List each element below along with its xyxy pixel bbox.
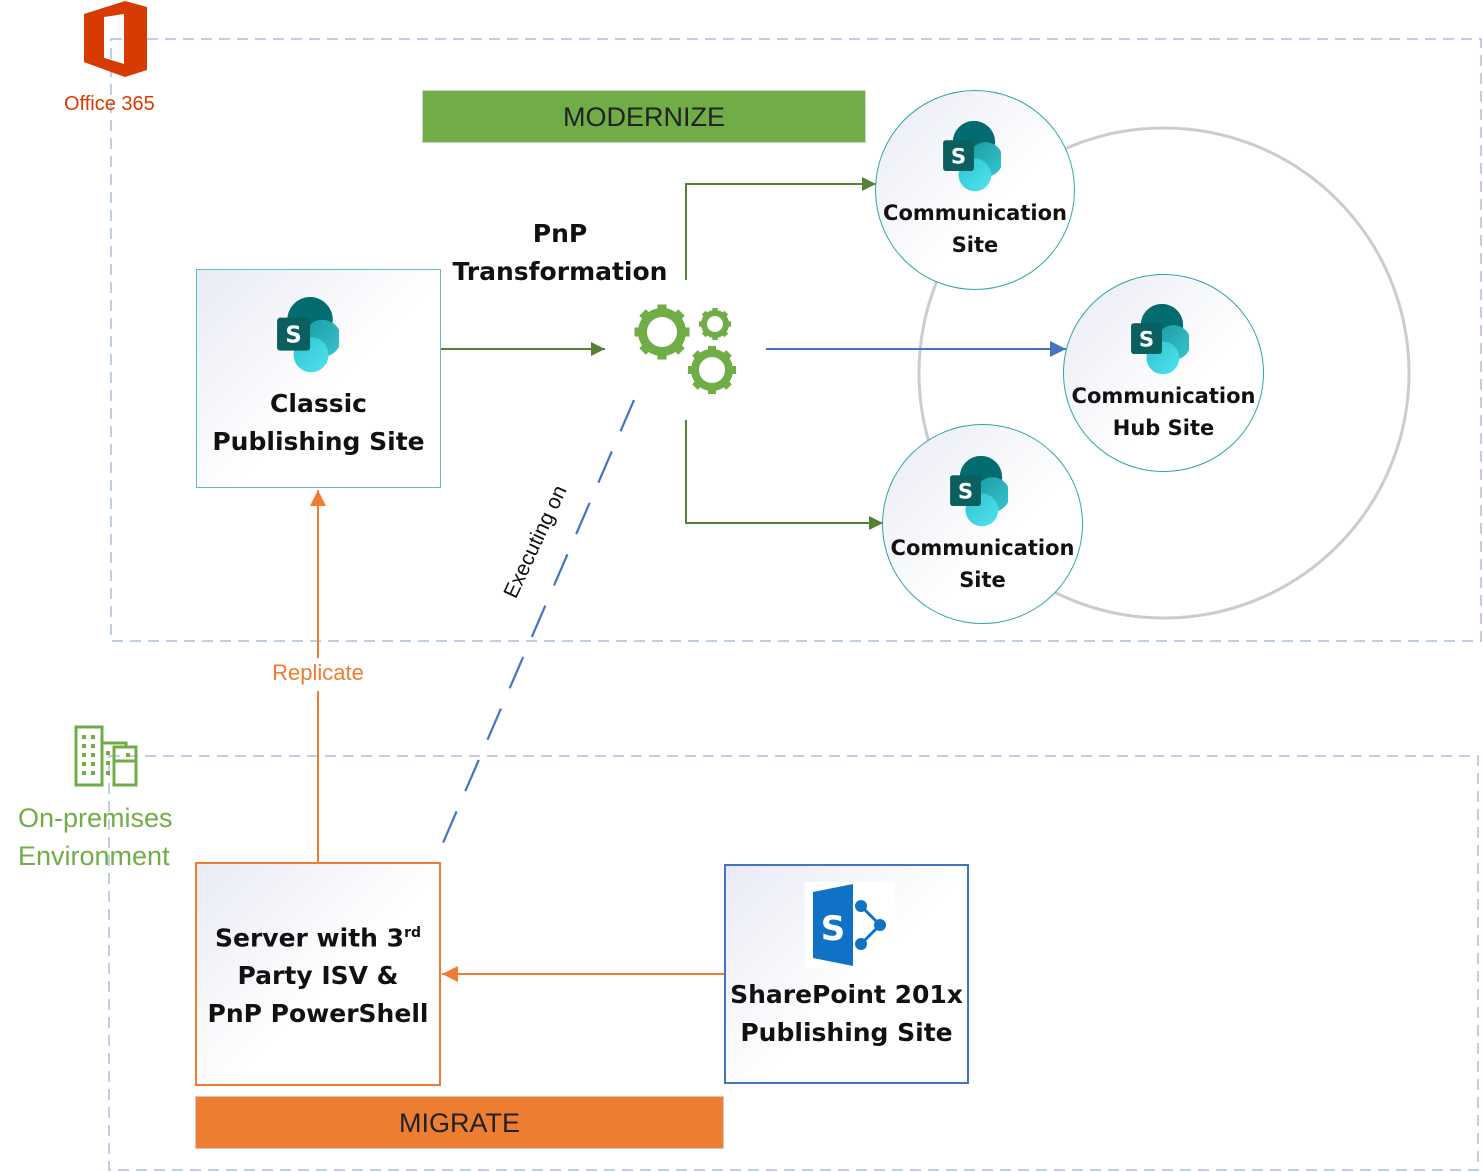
sharepoint-online-icon: S bbox=[1131, 302, 1191, 379]
sharepoint-online-icon: S bbox=[950, 454, 1010, 531]
onprem-label-line1: On-premises bbox=[18, 803, 173, 833]
onprem-label-line2: Environment bbox=[18, 841, 170, 871]
modernize-label: MODERNIZE bbox=[563, 102, 725, 132]
modernize-banner: MODERNIZE bbox=[422, 90, 866, 143]
server-line3: PnP PowerShell bbox=[207, 999, 429, 1029]
svg-text:S: S bbox=[821, 909, 846, 949]
arrow-pnp-to-comm-bottom bbox=[685, 420, 883, 530]
migrate-banner: MIGRATE bbox=[195, 1096, 724, 1149]
server-line2: Party ISV & bbox=[237, 961, 399, 991]
sp201x-line1: SharePoint 201x bbox=[730, 980, 963, 1009]
office-building-icon bbox=[74, 725, 140, 789]
svg-text:S: S bbox=[958, 478, 973, 503]
migrate-label: MIGRATE bbox=[399, 1108, 520, 1138]
arrow-executing-on bbox=[425, 399, 636, 881]
office365-logo-icon bbox=[82, 0, 148, 78]
sharepoint-2013-icon: S bbox=[805, 882, 895, 968]
sharepoint-201x-node[interactable]: S SharePoint 201x Publishing Site bbox=[724, 864, 969, 1084]
hub-line2: Hub Site bbox=[1112, 416, 1215, 440]
comm-bottom-line2: Site bbox=[959, 568, 1006, 592]
comm-top-line1: Communication bbox=[883, 201, 1067, 225]
communication-hub-site-node[interactable]: S Communication Hub Site bbox=[1063, 274, 1264, 472]
sharepoint-online-icon: S bbox=[277, 295, 341, 377]
server-line1-sup: rd bbox=[404, 925, 422, 941]
hub-line1: Communication bbox=[1071, 384, 1256, 408]
classic-publishing-site-node[interactable]: S Classic Publishing Site bbox=[196, 269, 441, 488]
pnp-label-line1: PnP bbox=[532, 219, 588, 248]
server-line1-main: Server with 3 bbox=[214, 923, 405, 953]
comm-top-line2: Site bbox=[951, 233, 999, 257]
classic-title-line2: Publishing Site bbox=[212, 427, 425, 456]
svg-text:S: S bbox=[1139, 326, 1154, 351]
communication-site-bottom-node[interactable]: S Communication Site bbox=[882, 424, 1083, 624]
comm-bottom-line1: Communication bbox=[890, 536, 1075, 560]
server-line1: Server with 3rd bbox=[197, 914, 439, 957]
replicate-label: Replicate bbox=[272, 660, 364, 685]
pnp-transformation-label: PnP Transformation bbox=[440, 215, 680, 291]
pnp-label-line2: Transformation bbox=[452, 257, 668, 286]
classic-title-line1: Classic bbox=[270, 389, 367, 418]
communication-site-top-node[interactable]: S Communication Site bbox=[875, 90, 1075, 290]
arrow-pnp-to-comm-top bbox=[685, 177, 876, 280]
gears-icon[interactable] bbox=[630, 300, 742, 396]
sharepoint-online-icon: S bbox=[943, 119, 1003, 196]
gear-small bbox=[698, 307, 732, 341]
gear-medium bbox=[687, 345, 737, 395]
office365-label: Office 365 bbox=[64, 93, 155, 115]
sp201x-line2: Publishing Site bbox=[740, 1018, 953, 1047]
onprem-label: On-premises Environment bbox=[18, 799, 208, 875]
svg-text:S: S bbox=[285, 322, 301, 348]
gear-large bbox=[634, 304, 690, 360]
svg-text:S: S bbox=[951, 143, 966, 168]
server-node[interactable]: Server with 3rd Party ISV & PnP PowerShe… bbox=[195, 862, 441, 1086]
